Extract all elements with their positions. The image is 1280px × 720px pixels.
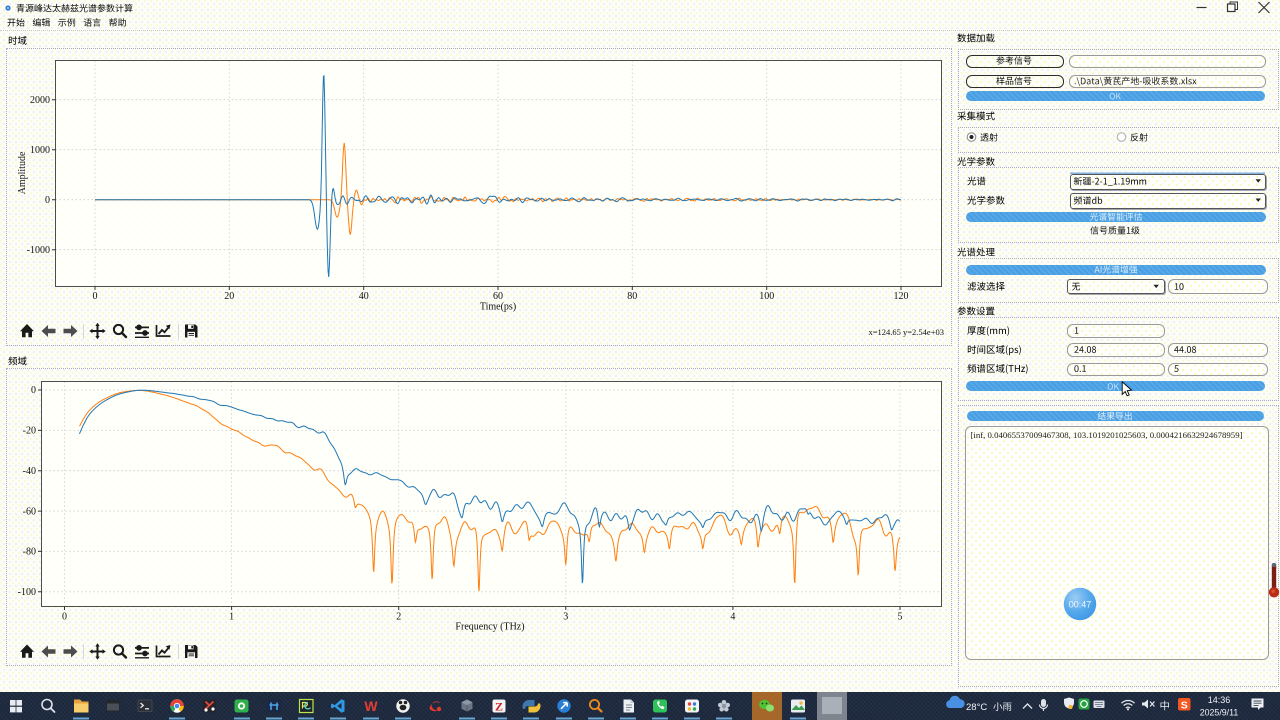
svg-text:60: 60 xyxy=(493,291,503,302)
svg-text:0: 0 xyxy=(31,385,36,396)
svg-text:20: 20 xyxy=(224,291,234,302)
svg-text:-60: -60 xyxy=(23,506,36,517)
svg-text:-40: -40 xyxy=(23,466,36,477)
svg-text:80: 80 xyxy=(627,291,637,302)
svg-text:Z: Z xyxy=(495,700,503,714)
svg-text:2025/9/11: 2025/9/11 xyxy=(1200,708,1239,718)
svg-text:0: 0 xyxy=(45,195,50,206)
svg-text:3: 3 xyxy=(563,612,568,623)
svg-text:W: W xyxy=(364,698,378,714)
svg-text:40: 40 xyxy=(359,291,369,302)
svg-text:5: 5 xyxy=(898,612,903,623)
svg-text:[inf, 0.04065537009467308, 103: [inf, 0.04065537009467308, 103.101920102… xyxy=(971,430,1243,440)
svg-text:4: 4 xyxy=(730,612,735,623)
svg-text:-1000: -1000 xyxy=(27,245,50,256)
svg-text:28°C: 28°C xyxy=(966,702,987,713)
svg-text:-20: -20 xyxy=(23,426,36,437)
svg-text:100: 100 xyxy=(759,291,774,302)
svg-text:1: 1 xyxy=(229,612,234,623)
svg-text:-100: -100 xyxy=(18,587,36,598)
svg-text:2: 2 xyxy=(396,612,401,623)
svg-text:0: 0 xyxy=(93,291,98,302)
svg-text:-80: -80 xyxy=(23,547,36,558)
svg-text:120: 120 xyxy=(894,291,909,302)
svg-text:Amplitude: Amplitude xyxy=(17,151,28,194)
svg-text:14:36: 14:36 xyxy=(1208,695,1231,705)
svg-text:S: S xyxy=(1181,699,1188,711)
svg-text:1000: 1000 xyxy=(30,145,50,156)
svg-text:Frequency (THz): Frequency (THz) xyxy=(455,622,524,633)
svg-text:x=124.65 y=2.54e+03: x=124.65 y=2.54e+03 xyxy=(868,327,944,337)
svg-text:00:47: 00:47 xyxy=(1069,600,1092,610)
svg-text:Time(ps): Time(ps) xyxy=(480,302,516,313)
svg-text:0: 0 xyxy=(62,612,67,623)
svg-text:2000: 2000 xyxy=(30,95,50,106)
